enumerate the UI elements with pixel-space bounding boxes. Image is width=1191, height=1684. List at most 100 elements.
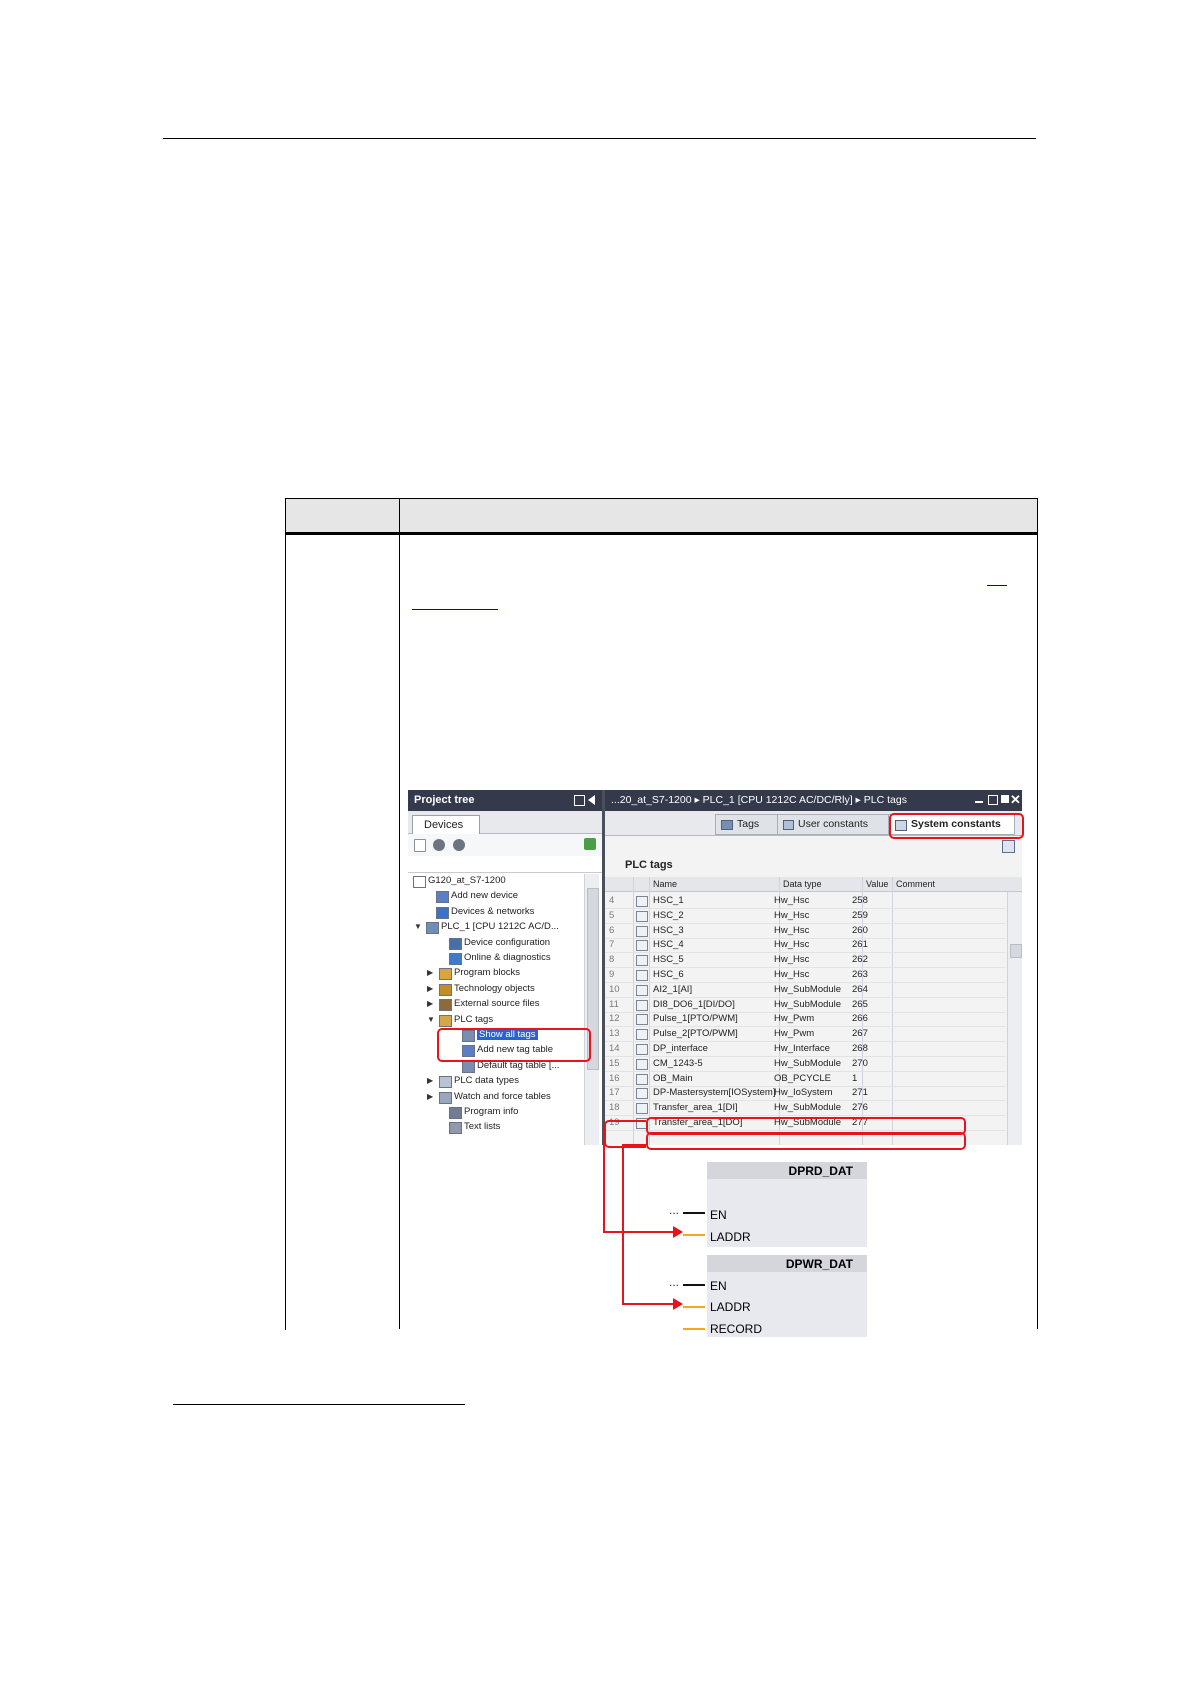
tag-name: HSC_2 <box>653 909 684 921</box>
project-tree-scrollbar[interactable] <box>584 874 599 1145</box>
hyperlink-fragment-2[interactable] <box>412 609 498 610</box>
row-number: 10 <box>609 983 620 995</box>
table-row[interactable]: 4 HSC_1 Hw_Hsc 258 <box>605 893 1005 909</box>
tag-value: 265 <box>852 998 868 1010</box>
table-row[interactable]: 13 Pulse_2[PTO/PWM] Hw_Pwm 267 <box>605 1026 1005 1043</box>
tag-icon <box>636 955 648 967</box>
table-row[interactable]: 18 Transfer_area_1[DI] Hw_SubModule 276 <box>605 1100 1005 1117</box>
dprd-en-wire <box>683 1212 705 1214</box>
export-icon[interactable] <box>1002 840 1015 853</box>
row-number: 15 <box>609 1057 620 1069</box>
sidebar-item-plc-1[interactable]: ▼ PLC_1 [CPU 1212C AC/D... <box>408 920 584 935</box>
sidebar-item-label: Online & diagnostics <box>464 952 551 963</box>
column-comment[interactable]: Comment <box>896 879 935 889</box>
tag-name: HSC_4 <box>653 939 684 951</box>
row-number: 17 <box>609 1087 620 1099</box>
table-row[interactable]: 14 DP_interface Hw_Interface 268 <box>605 1041 1005 1057</box>
column-data-type[interactable]: Data type <box>783 879 822 889</box>
collapsed-arrow-icon[interactable]: ▶ <box>427 999 433 1008</box>
program-info-icon <box>449 1107 462 1119</box>
sidebar-item-technology-objects[interactable]: ▶ Technology objects <box>408 982 584 997</box>
dprd-dat-block[interactable]: DPRD_DAT EN LADDR <box>707 1162 867 1247</box>
table-row[interactable]: 17 DP-Mastersystem[IOSystem] Hw_IoSystem 27… <box>605 1085 1005 1102</box>
new-item-icon[interactable] <box>414 839 426 852</box>
sidebar-item-online-diagnostics[interactable]: Online & diagnostics <box>408 951 584 966</box>
tag-icon <box>636 1088 648 1100</box>
expanded-arrow-icon[interactable]: ▼ <box>414 922 422 931</box>
tag-name: Transfer_area_1[DI] <box>653 1102 738 1114</box>
row-number: 12 <box>609 1013 620 1025</box>
project-tree-panel: Project tree Devices ▼G120_at_S7-1200Add… <box>408 790 605 1145</box>
footnote-rule <box>173 1404 465 1405</box>
sidebar-item-label: Add new device <box>451 890 519 902</box>
tag-name: DI8_DO6_1[DI/DO] <box>653 998 735 1010</box>
table-row[interactable]: 6 HSC_3 Hw_Hsc 260 <box>605 923 1005 939</box>
maximize-icon[interactable] <box>1001 795 1009 803</box>
table-row[interactable]: 11 DI8_DO6_1[DI/DO] Hw_SubModule 265 <box>605 997 1005 1013</box>
table-row[interactable]: 9 HSC_6 Hw_Hsc 263 <box>605 967 1005 983</box>
tag-data-type: Hw_SubModule <box>774 1102 842 1114</box>
forward-icon[interactable] <box>453 839 465 851</box>
sidebar-item-device-configuration[interactable]: Device configuration <box>408 936 584 951</box>
table-row[interactable]: 15 CM_1243-5 Hw_SubModule 270 <box>605 1056 1005 1072</box>
table-row[interactable]: 5 HSC_2 Hw_Hsc 259 <box>605 908 1005 924</box>
restore-icon[interactable] <box>988 795 998 805</box>
row-number: 14 <box>609 1043 620 1054</box>
back-icon[interactable] <box>433 839 445 851</box>
table-row[interactable]: 8 HSC_5 Hw_Hsc 262 <box>605 952 1005 969</box>
sidebar-item-label: Program blocks <box>454 967 520 979</box>
tag-icon <box>636 896 648 907</box>
collapsed-arrow-icon[interactable]: ▶ <box>427 968 433 977</box>
dpwr-dat-block[interactable]: DPWR_DAT EN LADDR RECORD <box>707 1255 867 1337</box>
dprd-en-unconnected: ... <box>669 1203 680 1217</box>
tag-icon <box>636 1073 648 1085</box>
tab-user-constants[interactable]: User constants <box>777 814 889 835</box>
tag-value: 276 <box>852 1102 868 1114</box>
network-view-icon[interactable] <box>584 838 596 850</box>
sidebar-item-program-info[interactable]: Program info <box>408 1105 584 1120</box>
row-number: 11 <box>609 998 619 1010</box>
sidebar-item-add-new-device[interactable]: Add new device <box>408 889 584 904</box>
tab-devices[interactable]: Devices <box>412 815 480 835</box>
collapsed-arrow-icon[interactable]: ▶ <box>427 1092 433 1101</box>
column-value[interactable]: Value <box>866 879 888 889</box>
connector-di-horizontal <box>603 1231 675 1233</box>
table-row[interactable]: 16 OB_Main OB_PCYCLE 1 <box>605 1071 1005 1087</box>
add-new-device-icon <box>436 891 449 904</box>
collapsed-arrow-icon[interactable]: ▶ <box>427 984 433 993</box>
tab-tags-label: Tags <box>737 818 760 830</box>
tab-tags[interactable]: Tags <box>715 814 778 835</box>
project-tree-titlebar: Project tree <box>408 790 602 811</box>
close-icon[interactable]: ✕ <box>1010 792 1021 808</box>
row-number: 18 <box>609 1102 620 1114</box>
collapse-left-icon[interactable] <box>588 795 595 805</box>
sidebar-item-project-root[interactable]: ▼G120_at_S7-1200 <box>408 874 584 889</box>
tags-grid-scroll-thumb[interactable] <box>1010 944 1022 958</box>
tag-data-type: Hw_Hsc <box>774 969 810 980</box>
table-row[interactable]: 12 Pulse_1[PTO/PWM] Hw_Pwm 266 <box>605 1011 1005 1028</box>
collapsed-arrow-icon[interactable]: ▶ <box>427 1076 433 1085</box>
sidebar-item-watch-force-tables[interactable]: ▶ Watch and force tables <box>408 1090 584 1105</box>
minimize-icon[interactable] <box>975 801 983 803</box>
sidebar-item-devices-networks[interactable]: Devices & networks <box>408 905 584 920</box>
expanded-arrow-icon[interactable]: ▼ <box>427 1015 435 1024</box>
column-name[interactable]: Name <box>653 879 677 889</box>
hyperlink-fragment[interactable] <box>987 585 1007 586</box>
tag-name: Pulse_2[PTO/PWM] <box>653 1028 738 1040</box>
dpwr-pin-record: RECORD <box>710 1322 763 1336</box>
sidebar-item-external-source-files[interactable]: ▶ External source files <box>408 997 584 1012</box>
tag-icon <box>636 1044 648 1055</box>
sidebar-item-text-lists[interactable]: Text lists <box>408 1120 584 1135</box>
dpwr-en-unconnected: ... <box>669 1275 680 1289</box>
tag-icon <box>636 1103 648 1115</box>
tag-data-type: Hw_SubModule <box>774 983 842 995</box>
sidebar-item-plc-data-types[interactable]: ▶ PLC data types <box>408 1074 584 1089</box>
tags-grid-scrollbar[interactable] <box>1007 892 1022 1145</box>
table-row[interactable]: 7 HSC_4 Hw_Hsc 261 <box>605 937 1005 954</box>
connector-do-link <box>622 1144 646 1146</box>
tia-portal-screenshot: Project tree Devices ▼G120_at_S7-1200Add… <box>408 790 1022 1145</box>
sidebar-item-plc-tags[interactable]: ▼ PLC tags <box>408 1013 584 1028</box>
sidebar-item-program-blocks[interactable]: ▶ Program blocks <box>408 966 584 981</box>
split-icon[interactable] <box>574 795 585 806</box>
table-row[interactable]: 10 AI2_1[AI] Hw_SubModule 264 <box>605 982 1005 998</box>
